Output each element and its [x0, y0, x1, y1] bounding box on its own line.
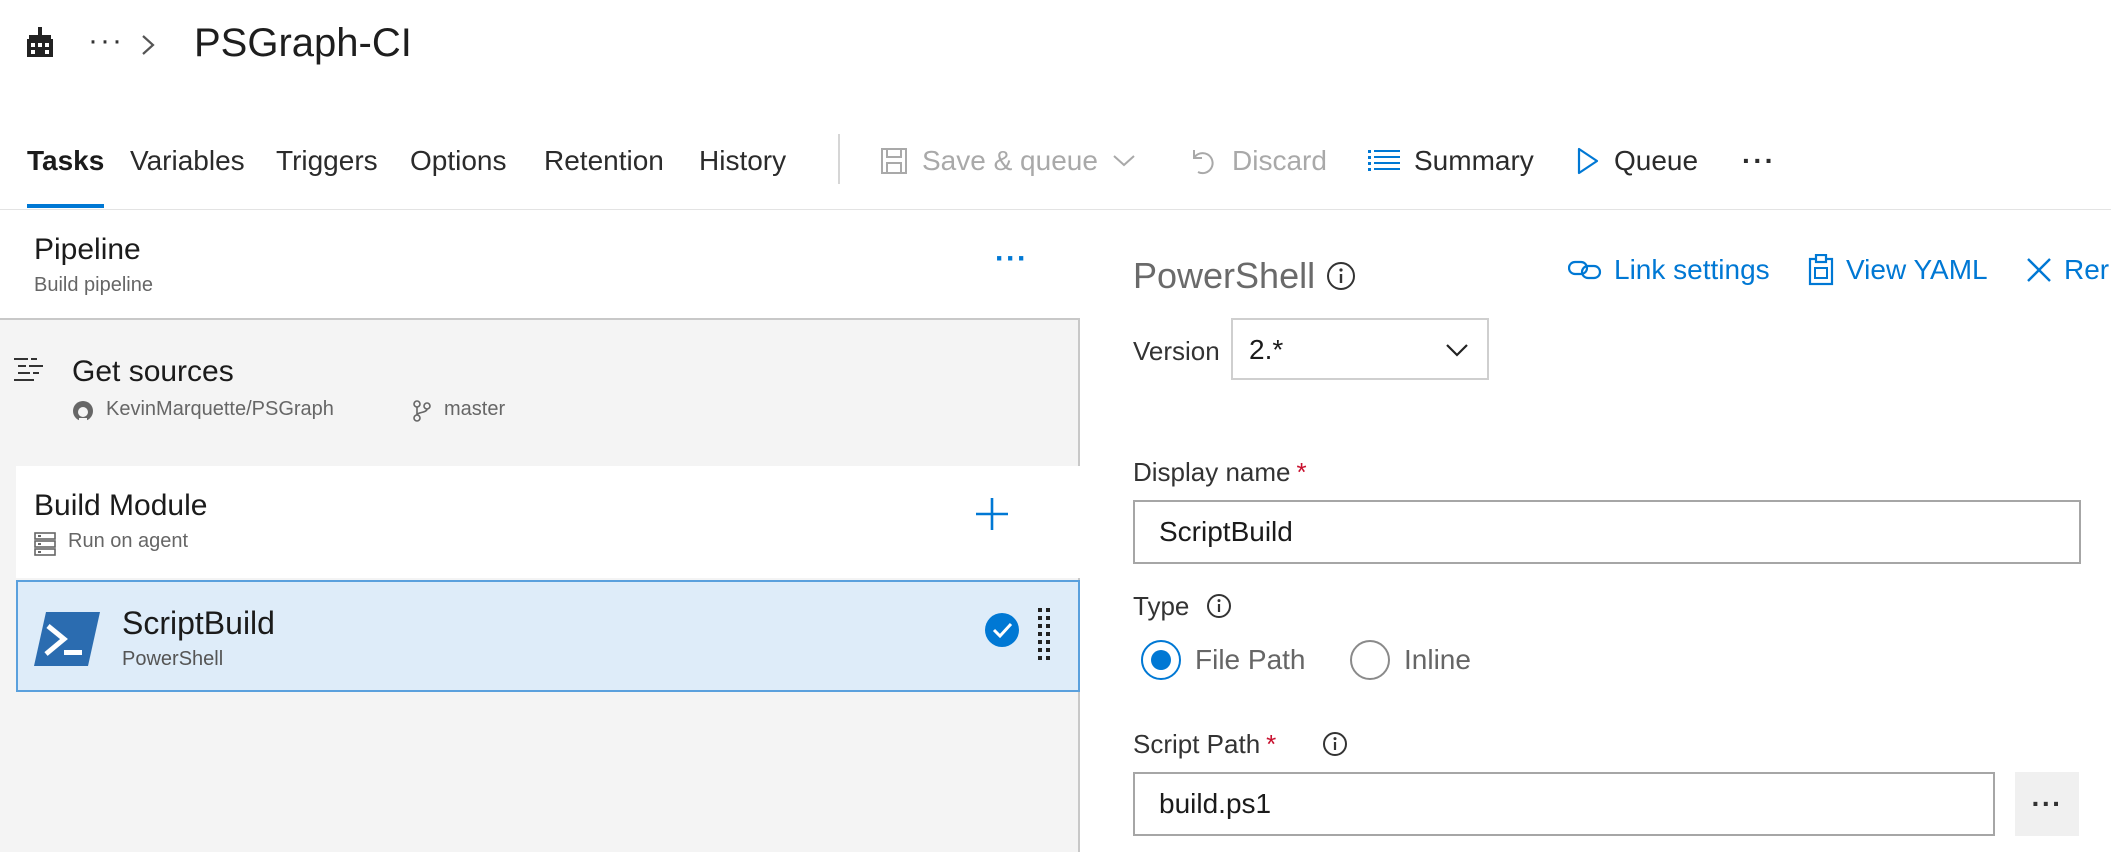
info-icon[interactable] — [1322, 731, 1348, 757]
pipeline-panel: Pipeline Build pipeline ··· Get sources … — [0, 210, 1080, 852]
tab-bar: Tasks Variables Triggers Options Retenti… — [0, 126, 2111, 210]
top-bar: ··· PSGraph-CI — [0, 0, 2111, 92]
tab-retention[interactable]: Retention — [544, 126, 664, 208]
undo-icon — [1188, 146, 1218, 176]
discard-button[interactable]: Discard — [1188, 126, 1327, 196]
type-inline-label: Inline — [1404, 644, 1471, 675]
radio-dot — [1350, 640, 1390, 680]
build-pipeline-icon[interactable] — [27, 27, 53, 57]
branch-icon — [412, 400, 432, 422]
pipeline-subtitle: Build pipeline — [34, 274, 153, 296]
get-sources-title: Get sources — [72, 355, 234, 388]
chevron-down-icon — [1445, 342, 1469, 358]
display-name-label-text: Display name — [1133, 457, 1291, 487]
browse-script-path-button[interactable]: ··· — [2015, 772, 2079, 836]
get-sources-row[interactable]: Get sources KevinMarquette/PSGraph maste… — [0, 322, 1080, 432]
summary-button[interactable]: Summary — [1368, 126, 1534, 196]
version-label: Version — [1133, 336, 1220, 366]
more-actions-button[interactable]: ··· — [1742, 126, 1776, 196]
task-type-title: PowerShell — [1133, 255, 1316, 296]
tab-tasks[interactable]: Tasks — [27, 126, 105, 208]
link-settings-label: Link settings — [1614, 254, 1770, 285]
link-icon — [1568, 258, 1602, 282]
task-row-scriptbuild[interactable]: ScriptBuild PowerShell — [16, 580, 1080, 692]
play-icon — [1576, 147, 1600, 175]
view-yaml-button[interactable]: View YAML — [1808, 254, 1988, 286]
type-file-path-label: File Path — [1195, 644, 1306, 675]
type-label: Type — [1133, 591, 1190, 621]
remove-button[interactable]: Rer — [2026, 254, 2109, 286]
save-queue-button[interactable]: Save & queue — [880, 126, 1136, 196]
info-icon[interactable] — [1326, 261, 1356, 291]
radio-dot — [1141, 640, 1181, 680]
pipeline-title: Pipeline — [34, 233, 141, 266]
drag-handle-icon[interactable] — [1036, 606, 1052, 664]
breadcrumb-more-button[interactable]: ··· — [88, 26, 124, 56]
toolbar-divider — [838, 134, 840, 184]
branch-name: master — [444, 398, 506, 420]
pipeline-more-button[interactable]: ··· — [995, 242, 1028, 276]
save-icon — [880, 147, 908, 175]
save-queue-label: Save & queue — [922, 145, 1098, 176]
powershell-icon — [34, 612, 100, 666]
task-subtitle: PowerShell — [122, 648, 224, 670]
list-icon — [1368, 149, 1400, 173]
type-file-path-radio[interactable]: File Path — [1141, 640, 1306, 680]
agent-job-card[interactable]: Build Module Run on agent — [16, 466, 1080, 578]
close-icon — [2026, 257, 2052, 283]
display-name-input[interactable] — [1133, 500, 2081, 564]
server-icon — [34, 532, 56, 556]
version-value: 2.* — [1249, 334, 1284, 365]
add-task-icon[interactable] — [974, 496, 1010, 532]
queue-label: Queue — [1614, 145, 1699, 176]
required-marker: * — [1266, 729, 1277, 759]
view-yaml-label: View YAML — [1846, 254, 1988, 285]
script-path-input[interactable] — [1133, 772, 1995, 836]
required-marker: * — [1296, 457, 1307, 487]
version-select[interactable]: 2.* — [1231, 318, 1489, 380]
type-inline-radio[interactable]: Inline — [1350, 640, 1471, 680]
script-path-label-text: Script Path — [1133, 729, 1261, 759]
task-details-panel: PowerShell Link settings View YAML Rer V… — [1082, 210, 2111, 852]
github-icon — [72, 400, 94, 422]
tab-variables[interactable]: Variables — [130, 126, 245, 208]
queue-button[interactable]: Queue — [1576, 126, 1698, 196]
clipboard-icon — [1808, 254, 1834, 286]
summary-label: Summary — [1414, 145, 1534, 176]
info-icon[interactable] — [1206, 593, 1232, 619]
tab-history[interactable]: History — [699, 126, 786, 208]
pipeline-card[interactable]: Pipeline Build pipeline ··· — [0, 210, 1080, 320]
remove-label: Rer — [2064, 254, 2110, 285]
task-title: ScriptBuild — [122, 605, 275, 641]
tab-options[interactable]: Options — [410, 126, 507, 208]
sources-icon — [14, 356, 44, 384]
tab-triggers[interactable]: Triggers — [276, 126, 378, 208]
check-circle-icon — [984, 612, 1020, 648]
link-settings-button[interactable]: Link settings — [1568, 254, 1770, 286]
chevron-right-icon — [140, 30, 156, 60]
discard-label: Discard — [1232, 145, 1327, 176]
display-name-label: Display name * — [1133, 456, 1307, 488]
chevron-down-icon — [1112, 153, 1136, 169]
repository-name: KevinMarquette/PSGraph — [106, 398, 334, 420]
script-path-label: Script Path * — [1133, 728, 1276, 760]
agent-job-subtitle: Run on agent — [68, 530, 189, 552]
page-title: PSGraph-CI — [194, 21, 412, 65]
agent-job-title: Build Module — [34, 489, 208, 522]
